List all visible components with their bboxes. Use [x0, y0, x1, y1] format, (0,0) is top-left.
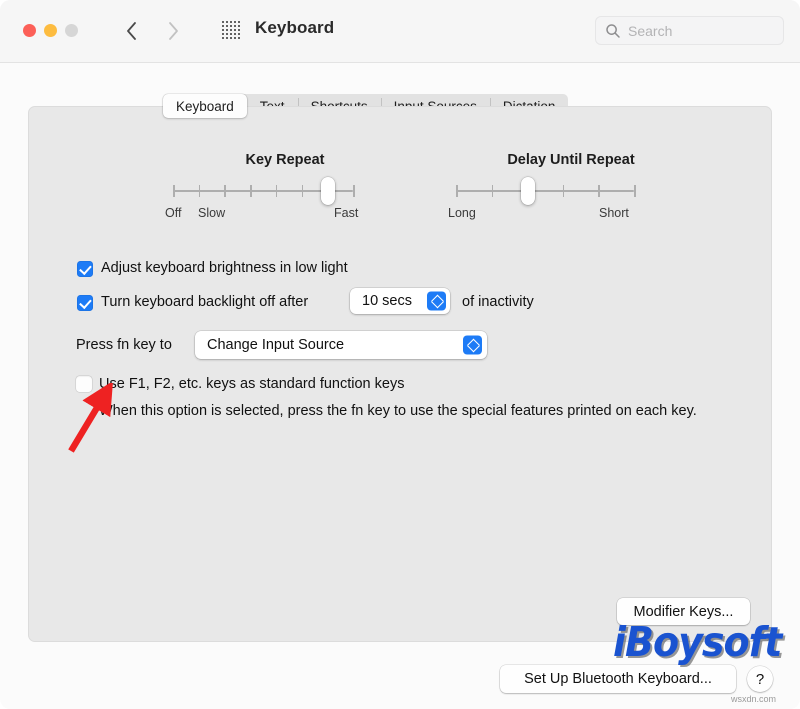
adjust-brightness-checkbox[interactable]: [77, 261, 93, 277]
backlight-delay-value: 10 secs: [350, 293, 412, 309]
show-all-preferences-grid-icon[interactable]: [222, 21, 241, 40]
delay-track[interactable]: [456, 190, 634, 192]
wsxdn-watermark: wsxdn.com: [731, 694, 776, 704]
delay-tick: [456, 185, 458, 197]
zoom-button: [65, 24, 78, 37]
key-repeat-slider-group: Key Repeat Off Slow Fast: [161, 152, 409, 227]
close-button[interactable]: [23, 24, 36, 37]
search-input[interactable]: [628, 17, 778, 44]
adjust-brightness-label: Adjust keyboard brightness in low light: [101, 260, 348, 276]
backlight-off-suffix-label: of inactivity: [462, 294, 534, 310]
key-repeat-tick: [302, 185, 304, 197]
keyboard-settings-panel: Key Repeat Off Slow Fast Delay Until Rep…: [28, 106, 772, 642]
key-repeat-tick: [173, 185, 175, 197]
fn-key-stepper-icon[interactable]: [463, 336, 482, 355]
fn-key-label: Press fn key to: [76, 337, 172, 353]
key-repeat-tick: [224, 185, 226, 197]
delay-tick: [634, 185, 636, 197]
delay-thumb[interactable]: [521, 177, 535, 205]
minimize-button[interactable]: [44, 24, 57, 37]
tab-keyboard-label: Keyboard: [176, 99, 234, 114]
key-repeat-tick: [276, 185, 278, 197]
key-repeat-thumb[interactable]: [321, 177, 335, 205]
setup-bluetooth-keyboard-button-label: Set Up Bluetooth Keyboard...: [524, 671, 712, 687]
delay-min-label: Long: [448, 206, 476, 220]
key-repeat-second-label: Slow: [198, 206, 225, 220]
delay-until-repeat-slider-group: Delay Until Repeat Long Short: [447, 152, 695, 227]
page-title: Keyboard: [255, 18, 334, 38]
standard-function-keys-checkbox[interactable]: [76, 376, 92, 392]
back-chevron-icon[interactable]: [121, 18, 143, 44]
delay-tick: [492, 185, 494, 197]
delay-tick: [563, 185, 565, 197]
delay-until-repeat-title: Delay Until Repeat: [447, 152, 695, 168]
backlight-off-checkbox[interactable]: [77, 295, 93, 311]
help-button-label: ?: [756, 671, 764, 688]
key-repeat-title: Key Repeat: [161, 152, 409, 168]
search-icon: [605, 23, 621, 39]
delay-tick: [598, 185, 600, 197]
iboysoft-watermark: iBoysoft: [613, 618, 781, 666]
setup-bluetooth-keyboard-button[interactable]: Set Up Bluetooth Keyboard...: [500, 665, 736, 693]
window-titlebar: Keyboard: [0, 0, 800, 63]
key-repeat-max-label: Fast: [334, 206, 358, 220]
key-repeat-tick: [250, 185, 252, 197]
fn-key-popup[interactable]: Change Input Source: [195, 331, 487, 359]
backlight-off-label: Turn keyboard backlight off after: [101, 294, 308, 310]
backlight-delay-stepper-icon[interactable]: [427, 292, 446, 311]
standard-function-keys-label: Use F1, F2, etc. keys as standard functi…: [99, 376, 404, 392]
keyboard-preferences-window: Keyboard Keyboard Text Shortcuts Input S…: [0, 0, 800, 709]
search-field[interactable]: [595, 16, 784, 45]
key-repeat-min-label: Off: [165, 206, 181, 220]
help-button[interactable]: ?: [747, 666, 773, 692]
forward-chevron-icon: [162, 18, 184, 44]
modifier-keys-button-label: Modifier Keys...: [634, 604, 734, 620]
tab-keyboard[interactable]: Keyboard: [163, 94, 247, 118]
fn-key-value: Change Input Source: [195, 337, 344, 353]
backlight-delay-popup[interactable]: 10 secs: [350, 288, 450, 314]
standard-function-keys-description: When this option is selected, press the …: [99, 402, 719, 421]
key-repeat-tick: [353, 185, 355, 197]
delay-max-label: Short: [599, 206, 629, 220]
key-repeat-tick: [199, 185, 201, 197]
